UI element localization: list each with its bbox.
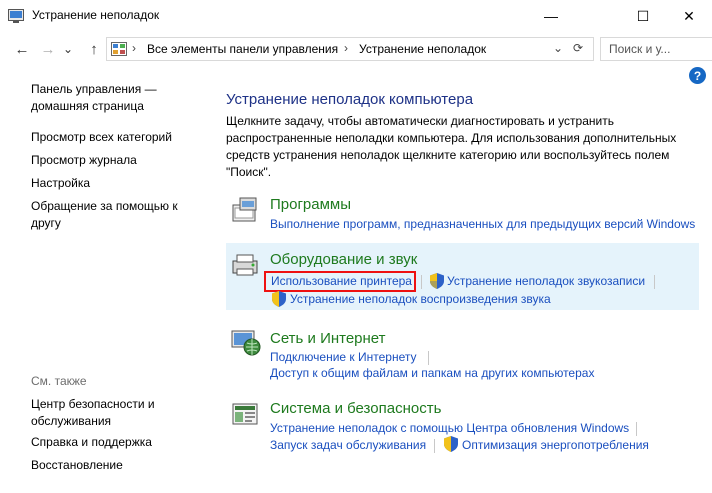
hardware-sound-icon	[232, 254, 258, 276]
see-also-security-maintenance[interactable]: Центр безопасности и обслуживания	[31, 396, 155, 430]
title-bar: Устранение неполадок — ☐ ✕	[0, 0, 712, 32]
link-internet-connections[interactable]: Подключение к Интернету	[270, 350, 417, 364]
link-separator	[428, 351, 429, 365]
see-also-label: См. также	[31, 374, 87, 388]
close-icon: ✕	[683, 7, 695, 24]
link-recording-audio[interactable]: Устранение неполадок звукозаписи	[447, 274, 645, 288]
link-separator	[636, 422, 637, 436]
close-button[interactable]: ✕	[666, 0, 712, 32]
admin-shield-icon	[272, 291, 286, 307]
maximize-icon: ☐	[636, 7, 650, 24]
minimize-button[interactable]: —	[528, 0, 574, 32]
minimize-icon: —	[544, 8, 558, 24]
maximize-button[interactable]: ☐	[620, 0, 666, 32]
category-system-security: Система и безопасность Устранение непола…	[226, 396, 699, 456]
link-playing-audio[interactable]: Устранение неполадок воспроизведения зву…	[290, 292, 551, 306]
back-button[interactable]: ←	[11, 38, 33, 60]
admin-shield-icon	[430, 273, 444, 289]
link-maintenance-tasks[interactable]: Запуск задач обслуживания	[270, 438, 426, 452]
back-arrow-icon: ←	[14, 40, 30, 58]
control-panel-icon	[111, 42, 127, 56]
system-security-icon	[232, 403, 258, 425]
breadcrumb-separator: ›	[344, 41, 348, 55]
category-hardware-sound: Оборудование и звук Использование принте…	[226, 243, 699, 310]
sidebar-item-control-panel-home[interactable]: Панель управления — домашняя страница	[31, 81, 157, 115]
page-title: Устранение неполадок компьютера	[226, 91, 474, 108]
search-box[interactable]: Поиск и у...	[600, 37, 712, 61]
category-title-network-internet[interactable]: Сеть и Интернет	[270, 330, 386, 347]
forward-button[interactable]: →	[37, 38, 59, 60]
address-dropdown-icon[interactable]: ⌄	[553, 41, 563, 55]
link-shared-folders[interactable]: Доступ к общим файлам и папкам на других…	[270, 366, 594, 380]
link-separator	[654, 275, 655, 289]
breadcrumb-separator: ›	[132, 41, 136, 55]
see-also-recovery[interactable]: Восстановление	[31, 457, 123, 474]
page-description: Щелкните задачу, чтобы автоматически диа…	[226, 114, 677, 179]
link-printer[interactable]: Использование принтера	[271, 274, 412, 288]
troubleshoot-app-icon	[8, 9, 24, 23]
window-title: Устранение неполадок	[32, 8, 160, 22]
sidebar-item-settings[interactable]: Настройка	[31, 175, 90, 192]
link-separator	[434, 439, 435, 453]
sidebar-item-ask-friend[interactable]: Обращение за помощью к другу	[31, 198, 178, 232]
breadcrumb-troubleshooting[interactable]: Устранение неполадок	[359, 42, 486, 56]
up-button[interactable]: ↑	[83, 38, 105, 60]
refresh-icon[interactable]: ⟳	[573, 41, 583, 55]
address-bar[interactable]: › Все элементы панели управления › Устра…	[106, 37, 594, 61]
forward-arrow-icon: →	[40, 40, 56, 58]
admin-shield-icon	[444, 436, 458, 452]
link-program-compatibility[interactable]: Выполнение программ, предназначенных для…	[270, 217, 695, 231]
recent-locations-button[interactable]: ⌄	[61, 38, 75, 60]
category-title-system-security[interactable]: Система и безопасность	[270, 400, 441, 417]
category-title-programs[interactable]: Программы	[270, 196, 351, 213]
sidebar-item-history[interactable]: Просмотр журнала	[31, 152, 137, 169]
see-also-help-support[interactable]: Справка и поддержка	[31, 434, 152, 451]
programs-icon	[232, 197, 257, 222]
help-icon[interactable]: ?	[689, 67, 706, 84]
chevron-down-icon: ⌄	[62, 42, 74, 56]
link-power-optimization[interactable]: Оптимизация энергопотребления	[462, 438, 649, 452]
link-separator	[421, 275, 422, 289]
category-network-internet: Сеть и Интернет Подключение к Интернету …	[226, 324, 699, 382]
network-icon	[231, 330, 261, 356]
up-arrow-icon: ↑	[90, 40, 98, 58]
sidebar-item-all-categories[interactable]: Просмотр всех категорий	[31, 129, 172, 146]
search-placeholder: Поиск и у...	[609, 42, 671, 56]
breadcrumb-all-items[interactable]: Все элементы панели управления	[147, 42, 338, 56]
link-windows-update[interactable]: Устранение неполадок с помощью Центра об…	[270, 421, 629, 435]
category-programs: Программы Выполнение программ, предназна…	[226, 192, 699, 236]
category-title-hardware-sound[interactable]: Оборудование и звук	[270, 251, 417, 268]
